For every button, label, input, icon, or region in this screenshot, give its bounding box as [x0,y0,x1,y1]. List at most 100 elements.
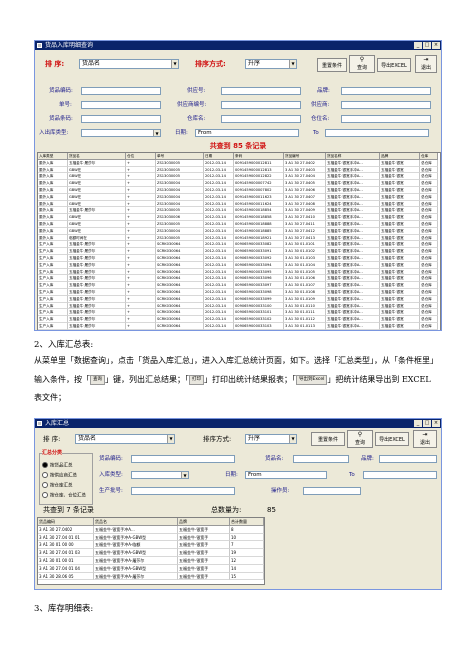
radio-label: 按仓库汇总 [50,483,73,489]
table-row[interactable]: 委外入库 GBW在 + ZS13030005 2012-03-14 00914590000… [38,221,438,228]
date-to-input[interactable] [325,129,429,137]
table-cell: + [126,241,156,249]
reset-button[interactable]: 重置条件 [311,432,345,446]
table-cell: 3 A1 30 01.0110 [284,302,326,310]
barcode-input[interactable] [81,115,161,123]
table-row[interactable]: 3 A1 30 27.04 01 04 五福金牛·银宽手冲A-GBW型 五福金牛·银… [38,564,264,573]
table-cell: 委外入库 [38,227,68,235]
radio-by-location[interactable]: 按仓库、仓位汇总 [42,492,86,500]
radio-by-warehouse[interactable]: 按仓库汇总 [42,482,73,490]
table-row[interactable]: 生产入库 五福金牛·屠莎尔 + SCRK030064 2012-03-14 0090659… [38,282,438,289]
table-cell: + [126,309,156,317]
table-cell: GBW在 [68,221,126,228]
table-cell: 2012-03-14 [204,295,234,303]
radio-by-product[interactable]: 按货品汇总 [42,462,73,470]
sort-mode-select[interactable]: 升序 ▼ [245,434,297,444]
table-cell: 五福金牛·银宽手冲A... [326,227,380,235]
table-row[interactable]: 生产入库 五福金牛·屠莎尔 + SCRK030064 2012-03-14 0090659… [38,323,438,330]
table-cell: 0091459000011624 [234,200,284,208]
io-type-label: 入出库类型: [39,130,69,136]
io-type-select[interactable]: ▼ [81,129,161,137]
maximize-button[interactable]: □ [423,42,431,49]
minimize-button[interactable]: _ [414,42,422,49]
supplier-code-input[interactable] [221,101,301,109]
table-row[interactable]: 委外入库 GBW在 + ZS13030006 2012-03-14 00914590000… [38,214,438,221]
table-cell: 0091459000012822 [234,173,284,181]
close-button[interactable]: × [432,42,440,49]
exit-button[interactable]: ⇥ 退出 [413,430,437,448]
table-row[interactable]: 委外入库 GBW在 + ZS13030004 2012-03-14 00914590000… [38,200,438,208]
table-cell: 五福金牛·银宽 [380,289,420,296]
table-row[interactable]: 委外入库 GBW在 + ZS13030004 2012-03-14 00914590000… [38,227,438,235]
summary-table: 货品编码 货品名 品牌 合计数量 3 A1 30 27.0402 五福金牛·银宽手冲A..… [37,517,265,585]
close-button[interactable]: × [432,420,440,427]
query-button[interactable]: ⚲ 查询 [347,430,373,448]
brand-input[interactable] [341,87,431,95]
io-type-select[interactable]: ▼ [131,471,189,479]
brand-input[interactable] [379,455,437,463]
batch-label: 生产批号: [99,488,123,494]
batch-input[interactable] [131,487,235,495]
table-row[interactable]: 委外入库 GBW在 + ZS13030004 2012-03-14 00914590000… [38,193,438,201]
table-row[interactable]: 生产入库 五福金牛·屠莎尔 + SCRK030064 2012-03-14 0090659… [38,289,438,296]
table-row[interactable]: 3 A1 30 01 00 00 五福金牛·银宽手冲A-临额 五福金牛·银宽手 7 [38,541,264,550]
column-header: 条码 [234,153,284,160]
query-button[interactable]: ⚲ 查询 [349,55,375,73]
table-cell: 3 A1 30 27.0411 [284,221,326,228]
table-row[interactable]: 生产入库 五福金牛·屠莎尔 + SCRK030064 2012-03-14 0090659… [38,302,438,310]
export-excel-button[interactable]: 导出EXCEL [375,432,409,446]
table-row[interactable]: 3 A1 30 27.04 01 01 五福金牛·银宽手冲A-GBW型 五福金牛·银… [38,533,264,542]
table-row[interactable]: 3 A1 30 01 00 01 五福金牛·银宽手冲A-屠莎尔 五福金牛·银宽手 12 [38,557,264,565]
table-cell: 委外入库 [38,187,68,194]
sort-field-select[interactable]: 货品名 ▼ [75,434,175,444]
export-excel-button[interactable]: 导出EXCEL [377,58,411,72]
table-cell: 总仓库 [420,207,438,215]
product-code-input[interactable] [131,455,235,463]
table-cell: 总仓库 [420,234,438,242]
sort-mode-select[interactable]: 升序 ▼ [245,59,297,69]
column-header: 单号 [156,153,204,160]
table-cell: 临额时间在 [68,234,126,242]
date-to-input[interactable] [363,471,437,479]
table-row[interactable]: 生产入库 五福金牛·屠莎尔 + SCRK030064 2012-03-14 0090659… [38,309,438,317]
date-from-input[interactable]: From [245,471,327,479]
table-row[interactable]: 委外入库 GBW在 + ZS13030005 2012-03-14 00914590000… [38,166,438,174]
table-row[interactable]: 生产入库 五福金牛·屠莎尔 + SCRK030064 2012-03-14 0090659… [38,268,438,276]
table-row[interactable]: 生产入库 五福金牛·屠莎尔 + SCRK030064 2012-03-14 0090659… [38,295,438,303]
table-row[interactable]: 3 A1 30 27.0402 五福金牛·银宽手冲A... 五福金牛·银宽手 8 [38,525,264,534]
table-row[interactable]: 委外入库 GBW在 + ZS13030004 2012-03-14 00914590000… [38,187,438,194]
maximize-button[interactable]: □ [423,420,431,427]
supply-number-input[interactable] [221,87,301,95]
table-row[interactable]: 生产入库 五福金牛·屠莎尔 + SCRK030064 2012-03-14 0090659… [38,255,438,262]
radio-by-supplier[interactable]: 按供应商汇总 [42,472,77,480]
table-row[interactable]: 生产入库 五福金牛·屠莎尔 + SCRK030064 2012-03-14 0090659… [38,275,438,283]
location-input[interactable] [341,115,431,123]
product-name-input[interactable] [293,455,349,463]
table-row[interactable]: 生产入库 五福金牛·屠莎尔 + SCRK030064 2012-03-14 0090659… [38,261,438,269]
table-row[interactable]: 委外入库 五福金牛·屠莎尔 + ZS13030005 2012-03-14 0091459… [38,207,438,215]
table-row[interactable]: 3 A1 30 28.06 05 五福金牛·银宽手冲A-屠莎尔 五福金牛·银宽手 15 [38,572,264,581]
table-cell: 五福金牛·屠莎尔 [68,309,126,317]
minimize-button[interactable]: _ [414,420,422,427]
exit-button[interactable]: ⇥ 退出 [415,55,437,73]
table-cell: 2012-03-14 [204,234,234,242]
table-row[interactable]: 委外入库 GBW在 + ZS13030004 2012-03-14 00914590000… [38,180,438,187]
sort-field-select[interactable]: 货品名 ▼ [79,59,179,69]
warehouse-input[interactable] [221,115,301,123]
table-row[interactable]: 生产入库 五福金牛·屠莎尔 + SCRK030064 2012-03-14 0090659… [38,241,438,249]
table-row[interactable]: 委外入库 临额时间在 + ZS13030005 2012-03-14 0091459000… [38,234,438,242]
order-number-input[interactable] [81,101,161,109]
table-row[interactable]: 3 A1 30 27.04 01 03 五福金牛·银宽手冲A-GBW型 五福金牛·银… [38,549,264,557]
table-cell: 五福金牛·银宽 [380,295,420,303]
date-from-input[interactable]: From [195,129,299,137]
date-label: 日期: [175,130,188,136]
table-row[interactable]: 生产入库 五福金牛·屠莎尔 + SCRK030064 2012-03-14 0090659… [38,316,438,323]
operator-input[interactable] [303,487,361,495]
table-row[interactable]: 委外入库 GBW在 + ZS13030005 2012-03-14 00914590000… [38,173,438,181]
supplier-input[interactable] [341,101,431,109]
product-code-input[interactable] [81,87,161,95]
reset-button[interactable]: 重置条件 [317,58,347,72]
table-row[interactable]: 委外入库 五福金牛·屠莎尔 + ZS13030005 2012-03-14 0091459… [38,159,438,167]
table-cell: 总仓库 [420,166,438,174]
table-row[interactable]: 生产入库 五福金牛·屠莎尔 + SCRK030064 2012-03-14 0090659… [38,248,438,255]
